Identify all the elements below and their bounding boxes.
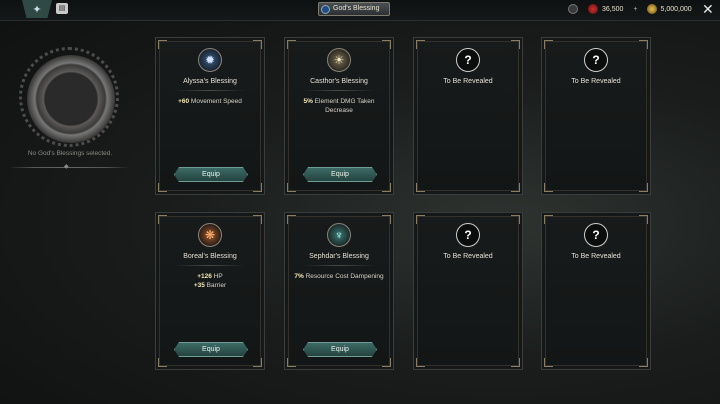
locked-blessing-card[interactable]: ? To Be Revealed — [541, 37, 651, 195]
corner-trim — [287, 215, 296, 224]
corner-trim — [253, 183, 262, 192]
question-mark-icon: ? — [456, 223, 480, 247]
corner-trim — [382, 183, 391, 192]
blessing-stat: +60 Movement Speed — [162, 98, 258, 107]
corner-trim — [416, 40, 425, 49]
corner-trim — [511, 358, 520, 367]
corner-trim — [544, 40, 553, 49]
corner-trim — [253, 215, 262, 224]
blessing-name: Sephdar's Blessing — [309, 253, 369, 260]
corner-trim — [158, 183, 167, 192]
selected-blessing-medallion — [19, 47, 119, 147]
question-mark-icon: ? — [584, 48, 608, 72]
question-mark-icon: ? — [456, 48, 480, 72]
corner-trim — [416, 215, 425, 224]
corner-trim — [416, 183, 425, 192]
gold-coin-icon — [646, 4, 657, 14]
corner-trim — [639, 358, 648, 367]
page-title-tab: God's Blessing — [318, 2, 391, 16]
blessing-name: To Be Revealed — [443, 78, 493, 85]
blessing-name: Casthor's Blessing — [310, 78, 368, 85]
equip-button[interactable]: Equip — [174, 167, 248, 182]
divider: ◆ — [8, 164, 130, 170]
stat-label: HP — [211, 273, 223, 280]
blessing-card[interactable]: ❋ Boreal's Blessing +126 HP +35 Barrier Equi… — [155, 212, 265, 370]
corner-trim — [382, 358, 391, 367]
blessing-name: To Be Revealed — [571, 253, 621, 260]
card-separator — [303, 90, 375, 91]
blessing-stat: +35 Barrier — [162, 282, 258, 291]
menu-emblem-icon[interactable]: ✦ — [22, 0, 52, 18]
stat-label: Barrier — [204, 281, 227, 289]
card-separator — [174, 90, 246, 91]
equip-button[interactable]: Equip — [303, 342, 377, 357]
corner-trim — [639, 183, 648, 192]
blessing-name: Alyssa's Blessing — [183, 78, 237, 85]
corner-trim — [382, 40, 391, 49]
card-separator — [174, 265, 246, 266]
corner-trim — [416, 358, 425, 367]
question-mark-icon: ? — [584, 223, 608, 247]
stat-value: 5% — [303, 98, 313, 105]
locked-blessing-card[interactable]: ? To Be Revealed — [413, 37, 523, 195]
top-bar: ✦ ▤ God's Blessing 36,500 + 5,000,000 ✕ — [0, 0, 720, 21]
card-separator — [303, 265, 375, 266]
corner-trim — [511, 40, 520, 49]
stat-value: 7% — [294, 273, 304, 280]
page-title: God's Blessing — [333, 5, 380, 12]
no-selection-text: No God's Blessings selected. — [27, 150, 113, 157]
currency-display: 36,500 + 5,000,000 — [568, 4, 692, 14]
corner-trim — [639, 40, 648, 49]
divider-ornament-icon: ◆ — [64, 164, 69, 170]
stat-label: Movement Speed — [189, 98, 242, 105]
blessing-gem-icon — [321, 5, 330, 14]
down-arrow-icon[interactable] — [568, 4, 578, 14]
corner-trim — [544, 183, 553, 192]
currency-red-amount: 36,500 — [602, 5, 624, 13]
blessing-card[interactable]: ✹ Alyssa's Blessing +60 Movement Speed Equi… — [155, 37, 265, 195]
corner-trim — [544, 358, 553, 367]
stat-value: +60 — [178, 98, 190, 105]
blessing-name: To Be Revealed — [571, 78, 621, 85]
corner-trim — [158, 358, 167, 367]
add-currency-button[interactable]: + — [633, 6, 637, 13]
corner-trim — [511, 215, 520, 224]
blessing-name: Boreal's Blessing — [183, 253, 237, 260]
corner-trim — [287, 40, 296, 49]
corner-trim — [158, 40, 167, 49]
blessing-stat: 5% Element DMG Taken Decrease — [291, 98, 387, 115]
corner-trim — [287, 183, 296, 192]
currency-gold-amount: 5,000,000 — [660, 5, 692, 13]
close-button[interactable]: ✕ — [702, 2, 714, 16]
corner-trim — [544, 215, 553, 224]
corner-trim — [253, 40, 262, 49]
stat-value: +126 — [197, 273, 212, 280]
locked-blessing-card[interactable]: ? To Be Revealed — [541, 212, 651, 370]
compass-star-icon: ✹ — [198, 48, 222, 72]
corner-trim — [511, 183, 520, 192]
stat-label: Element DMG Taken Decrease — [312, 98, 375, 114]
spirit-figure-icon: ♆ — [327, 223, 351, 247]
red-crystal-icon — [588, 4, 598, 14]
stat-label: Resource Cost Dampening — [303, 273, 384, 280]
blessing-card[interactable]: ♆ Sephdar's Blessing 7% Resource Cost Damp… — [284, 212, 394, 370]
equip-button[interactable]: Equip — [303, 167, 377, 182]
blessing-name: To Be Revealed — [443, 253, 493, 260]
corner-trim — [253, 358, 262, 367]
flame-tree-icon: ❋ — [198, 223, 222, 247]
blessing-card[interactable]: ☀ Casthor's Blessing 5% Element DMG Taken … — [284, 37, 394, 195]
book-icon[interactable]: ▤ — [56, 3, 68, 14]
corner-trim — [158, 215, 167, 224]
corner-trim — [639, 215, 648, 224]
equip-button[interactable]: Equip — [174, 342, 248, 357]
corner-trim — [382, 215, 391, 224]
corner-trim — [287, 358, 296, 367]
blessing-stat: 7% Resource Cost Dampening — [291, 273, 387, 282]
stat-value: +35 — [193, 281, 205, 289]
winged-sun-icon: ☀ — [327, 48, 351, 72]
locked-blessing-card[interactable]: ? To Be Revealed — [413, 212, 523, 370]
blessing-stat: +126 HP — [162, 273, 258, 282]
